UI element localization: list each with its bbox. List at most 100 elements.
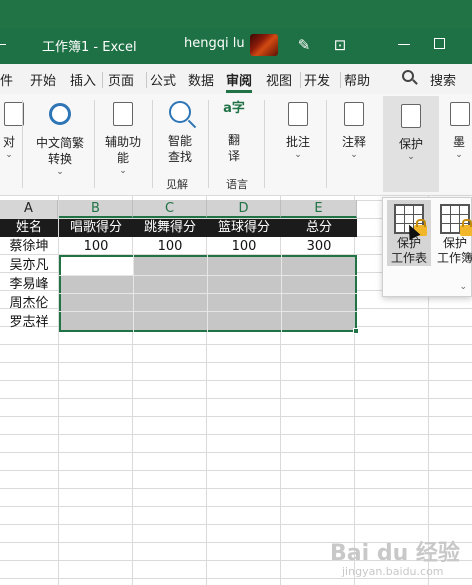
- cell-score[interactable]: 100: [59, 238, 133, 256]
- header-cell-basketball[interactable]: 篮球得分: [207, 219, 281, 237]
- header-cell-dance[interactable]: 跳舞得分: [133, 219, 207, 237]
- protect-workbook-label: 保护 工作簿: [436, 236, 472, 265]
- minimize-icon[interactable]: [398, 44, 410, 45]
- chevron-down-icon: ⌄: [455, 150, 463, 160]
- chinese-conversion-label: 中文简繁 转换: [35, 136, 84, 166]
- translate-label: 翻 译: [227, 133, 240, 163]
- header-cell-name[interactable]: 姓名: [0, 219, 58, 237]
- cell-score[interactable]: 100: [207, 238, 281, 256]
- chevron-down-icon: ⌄: [119, 166, 127, 176]
- watermark-url: jingyan.baidu.com: [342, 565, 444, 578]
- watermark-brand: Bai du 经验: [330, 541, 460, 566]
- accessibility-icon: [0, 102, 28, 130]
- smart-lookup-label: 智能 查找: [167, 134, 192, 164]
- insights-group-label: 见解: [166, 178, 188, 191]
- cell-total[interactable]: 300: [281, 238, 357, 256]
- header-cell-total[interactable]: 总分: [281, 219, 357, 237]
- accessibility-check-icon: [109, 102, 137, 130]
- protect-label: 保护: [398, 137, 423, 151]
- avatar[interactable]: [250, 34, 278, 56]
- pen-icon[interactable]: ✎: [294, 35, 314, 55]
- selection-divider: [59, 293, 357, 294]
- accessibility-check-button[interactable]: 辅助功 能 ⌄: [100, 100, 146, 176]
- menu-bar: 件 开始 插入 页面 公式 数据 审阅 视图 开发 帮助 搜索: [0, 64, 472, 94]
- header-cell-sing[interactable]: 唱歌得分: [59, 219, 133, 237]
- comment-button[interactable]: 批注 ⌄: [278, 100, 318, 160]
- protect-sheet-label: 保护 工作表: [390, 236, 427, 265]
- cell-name[interactable]: 周杰伦: [0, 295, 58, 313]
- tab-review[interactable]: 审阅: [226, 70, 252, 89]
- tab-home[interactable]: 开始: [30, 70, 56, 89]
- language-group-label: 语言: [226, 178, 248, 191]
- tab-developer[interactable]: 开发: [304, 70, 330, 89]
- menu-separator: [102, 72, 103, 88]
- tab-file[interactable]: 件: [0, 70, 13, 89]
- note-button[interactable]: 注释 ⌄: [334, 100, 374, 160]
- column-header-a[interactable]: A: [0, 200, 58, 218]
- tab-data[interactable]: 数据: [188, 70, 214, 89]
- user-name[interactable]: hengqi lu: [184, 36, 245, 51]
- ink-label: 墨: [452, 135, 465, 149]
- ink-icon: [446, 102, 472, 130]
- menu-separator: [340, 72, 341, 88]
- title-top-strip: [0, 0, 472, 28]
- column-header-c[interactable]: C: [133, 200, 207, 218]
- menu-separator: [146, 72, 147, 88]
- chinese-conversion-icon: [46, 103, 74, 131]
- protect-button[interactable]: 保护 ⌄: [383, 96, 439, 192]
- selection-divider: [59, 275, 357, 276]
- smart-lookup-icon: [166, 101, 194, 129]
- ribbon-separator: [264, 100, 265, 188]
- accessibility-button[interactable]: 对 ⌄: [0, 100, 24, 160]
- ribbon-separator: [152, 100, 153, 188]
- column-header-e[interactable]: E: [281, 200, 357, 218]
- comment-icon: [284, 102, 312, 130]
- smart-lookup-button[interactable]: 智能 查找: [160, 100, 200, 165]
- protect-workbook-button[interactable]: 保护 工作簿: [433, 200, 472, 266]
- translate-button[interactable]: a字 翻 译: [216, 100, 252, 164]
- accessibility-label: 对: [2, 135, 15, 149]
- translate-icon: a字: [223, 101, 245, 116]
- cell-name[interactable]: 李易峰: [0, 276, 58, 294]
- cell-name[interactable]: 罗志祥: [0, 314, 58, 332]
- share-icon[interactable]: ⊡: [330, 35, 350, 55]
- column-header-b[interactable]: B: [59, 200, 133, 218]
- cell-score[interactable]: 100: [133, 238, 207, 256]
- selection-divider: [59, 311, 357, 312]
- tab-insert[interactable]: 插入: [70, 70, 96, 89]
- chevron-down-icon: ⌄: [5, 150, 13, 160]
- active-cell[interactable]: [61, 257, 133, 275]
- tab-help[interactable]: 帮助: [344, 70, 370, 89]
- protect-button-inner: 保护 ⌄: [391, 102, 431, 162]
- cell-name[interactable]: 蔡徐坤: [0, 238, 58, 256]
- accessibility-check-label: 辅助功 能: [104, 135, 141, 165]
- ink-button[interactable]: 墨 ⌄: [446, 100, 472, 160]
- note-icon: [340, 102, 368, 130]
- maximize-icon[interactable]: [434, 38, 445, 49]
- search-box[interactable]: 搜索: [430, 70, 456, 89]
- note-label: 注释: [341, 135, 366, 149]
- baidu-watermark: Bai du 经验 jingyan.baidu.com: [330, 535, 470, 583]
- tab-page-layout[interactable]: 页面: [108, 70, 134, 89]
- title-bar: 工作簿1 - Excel hengqi lu ✎ ⊡: [0, 0, 472, 64]
- protect-workbook-icon: [440, 204, 472, 236]
- comment-label: 批注: [285, 135, 310, 149]
- menu-separator: [300, 72, 301, 88]
- chevron-down-icon: ⌄: [459, 282, 467, 292]
- fill-handle[interactable]: [353, 328, 359, 334]
- protect-icon: [397, 104, 425, 132]
- chinese-conversion-button[interactable]: 中文简繁 转换 ⌄: [30, 100, 90, 177]
- search-icon[interactable]: [402, 70, 414, 82]
- protect-dropdown: 保护 工作表 保护 工作簿 ⌄: [382, 197, 472, 297]
- tab-view[interactable]: 视图: [266, 70, 292, 89]
- ribbon-separator: [326, 100, 327, 188]
- ribbon-separator: [208, 100, 209, 188]
- active-tab-underline: [226, 90, 252, 93]
- ribbon-separator: [94, 100, 95, 188]
- chevron-down-icon: ⌄: [294, 150, 302, 160]
- tab-formulas[interactable]: 公式: [150, 70, 176, 89]
- ribbon-separator: [22, 100, 23, 188]
- cell-name[interactable]: 吴亦凡: [0, 257, 58, 275]
- left-dash: [0, 44, 6, 45]
- column-header-d[interactable]: D: [207, 200, 281, 218]
